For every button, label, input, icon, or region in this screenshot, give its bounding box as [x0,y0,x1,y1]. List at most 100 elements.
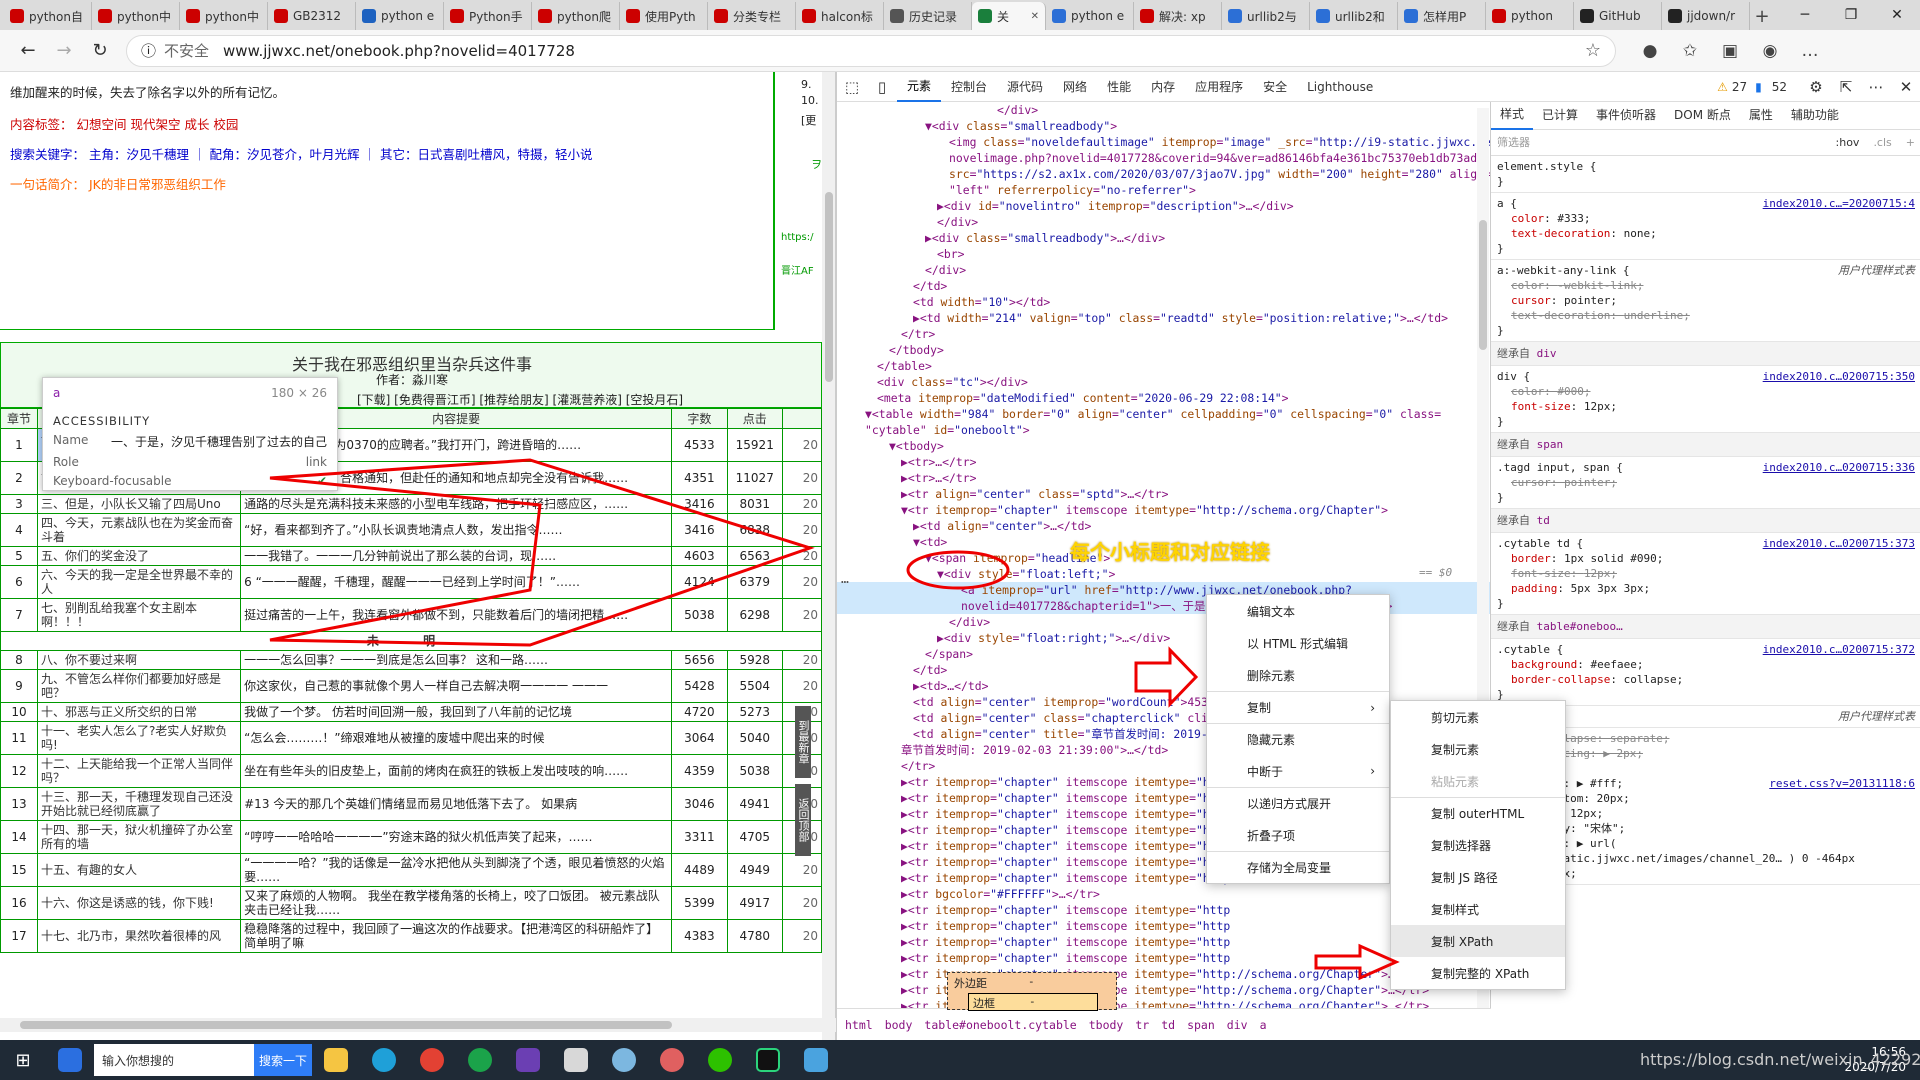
gear-icon[interactable]: ⚙ [1801,78,1831,96]
browser-tab[interactable]: urllib2与 [1222,2,1310,30]
page-vertical-scrollbar[interactable] [822,72,835,1040]
goto-latest-tab[interactable]: 到最新章 [795,706,811,778]
browser-tab[interactable]: halcon标 [796,2,884,30]
browser-tab[interactable]: 解决: xp [1134,2,1222,30]
author-name[interactable]: 淼川寒 [412,373,448,387]
browser-tab[interactable]: python e [1046,2,1134,30]
browser-tab[interactable]: Python手 [444,2,532,30]
chapter-title-link[interactable]: 八、你不要过来啊 [36,650,242,670]
tracking-icon[interactable]: ● [1630,41,1670,61]
dom-node-line[interactable]: ▼<tr itemprop="chapter" itemscope itemty… [837,502,1490,518]
devtools-tab[interactable]: Lighthouse [1297,72,1383,102]
css-property[interactable]: text-decoration: none; [1497,226,1915,241]
browser-tab[interactable]: python爬 [532,2,620,30]
css-property[interactable]: color: #000; [1497,384,1915,399]
devtools-tab[interactable]: 网络 [1053,72,1097,102]
context-menu-item[interactable]: 复制 › [1207,691,1389,723]
edge-icon[interactable] [360,1040,408,1080]
browser-tab[interactable]: 关 ✕ [972,2,1046,30]
dom-node-line[interactable]: </tbody> [837,342,1490,358]
breadcrumb-item[interactable]: tbody [1089,1018,1124,1032]
css-property[interactable]: font-size: 12px; [1497,399,1915,414]
devtools-tab[interactable]: 应用程序 [1185,72,1253,102]
chapter-title-link[interactable]: 十七、北乃市，果然吹着很棒的风 [36,919,242,953]
copy-submenu-item[interactable]: 复制 XPath [1391,925,1565,957]
css-source-link[interactable]: reset.css?v=20131118:6 [1769,776,1915,791]
chapter-title-link[interactable]: 九、不管怎么样你们都要加好感是吧？ [36,669,242,703]
context-menu-item[interactable]: 以 HTML 形式编辑 [1207,627,1389,659]
reload-icon[interactable]: ↻ [82,35,118,67]
visual-studio-icon[interactable] [504,1040,552,1080]
taskbar-search-button[interactable]: 搜索一下 [254,1044,312,1076]
dom-node-line[interactable]: </tr> [837,326,1490,342]
more-icon[interactable]: … [1790,41,1830,61]
side-link[interactable]: https:/ [781,232,813,243]
collections-icon[interactable]: ▣ [1710,41,1750,61]
side-link-jj[interactable]: 晋江AF [781,262,814,277]
devtools-tab[interactable]: 内存 [1141,72,1185,102]
breadcrumb-item[interactable]: table#oneboolt.cytable [924,1018,1076,1032]
url-input[interactable]: ⓘ 不安全 www.jjwxc.net/onebook.php?novelid=… [126,34,1616,67]
browser-tab[interactable]: urllib2和 [1310,2,1398,30]
dom-node-line[interactable]: </td> [837,278,1490,294]
elements-scroll-thumb[interactable] [1479,220,1487,350]
dom-node-line[interactable]: <br> [837,246,1490,262]
breadcrumb-item[interactable]: span [1187,1018,1215,1032]
css-property[interactable]: font-size: 12px; [1497,566,1915,581]
close-icon[interactable]: ✕ [1891,78,1920,96]
css-rule[interactable]: element.style {} [1491,156,1920,193]
browser-tab[interactable]: python中 [180,2,268,30]
page-vscroll-thumb[interactable] [825,192,833,382]
copy-submenu-item[interactable]: 复制样式 [1391,893,1565,925]
css-rule[interactable]: index2010.c…=20200715:4 a {color: #333; te… [1491,193,1920,260]
dom-node-line[interactable]: ▼<div style="float:left;"> [837,566,1490,582]
dom-node-line[interactable]: </div> [837,262,1490,278]
context-menu-item[interactable]: 折叠子项 [1207,819,1389,851]
explorer-icon[interactable] [312,1040,360,1080]
dom-node-line[interactable]: "left" referrerpolicy="no-referrer"> [837,182,1490,198]
dom-node-line[interactable]: ▶<div style="float:right;">…</div> [837,630,1490,646]
inherited-tag[interactable]: span [1537,438,1564,451]
dom-node-line[interactable]: ▼<div class="smallreadbody"> [837,118,1490,134]
search-main-char[interactable]: 主角：汐见千穗理 [89,147,189,162]
chapter-title-link[interactable]: 七、别削乱给我塞个女主剧本啊！！！ [36,598,242,632]
dom-node-line[interactable]: <img class="noveldefaultimage" itemprop=… [837,134,1490,150]
close-icon[interactable]: ✕ [1874,0,1920,30]
tags-values[interactable]: 幻想空间 现代架空 成长 校园 [77,117,239,132]
css-property[interactable]: text-decoration: underline; [1497,308,1915,323]
windows-start-icon[interactable]: ⊞ [0,1040,46,1080]
tab-close-icon[interactable]: ✕ [1031,11,1039,22]
context-menu-item[interactable]: 以递归方式展开 [1207,787,1389,819]
dom-node-line[interactable]: ▶<tr>…</tr> [837,470,1490,486]
hov-toggle[interactable]: :hov [1836,135,1860,150]
devtools-tab[interactable]: 控制台 [941,72,997,102]
dom-node-line[interactable]: </td> [837,662,1490,678]
app-green-icon[interactable] [456,1040,504,1080]
back-to-top-tab[interactable]: 返回顶部 [795,784,811,856]
inspect-icon[interactable]: ⬚ [837,78,867,96]
dom-node-line[interactable]: </span> [837,646,1490,662]
context-menu-item[interactable]: 编辑文本 [1207,595,1389,627]
styles-subtab[interactable]: 事件侦听器 [1587,102,1665,130]
dom-node-line[interactable]: ▶<div class="smallreadbody">…</div> [837,230,1490,246]
chapter-title-link[interactable]: 十一、老实人怎么了?老实人好欺负吗! [36,721,242,755]
minimize-icon[interactable]: ─ [1782,0,1828,30]
browser-tab[interactable]: 使用Pyth [620,2,708,30]
styles-subtab[interactable]: DOM 断点 [1665,102,1740,130]
dock-icon[interactable]: ⇱ [1831,78,1861,96]
page-hscroll-thumb[interactable] [20,1021,672,1029]
add-rule-icon[interactable]: + [1906,135,1915,150]
css-property[interactable]: cursor: pointer; [1497,293,1915,308]
css-rule[interactable]: index2010.c…0200715:350 div {color: #000;… [1491,366,1920,433]
pycharm-icon[interactable] [744,1040,792,1080]
chapter-title-link[interactable]: 五、你们的奖金没了 [36,546,242,566]
dom-node-line[interactable]: <td width="10"></td> [837,294,1490,310]
context-menu-item[interactable]: 删除元素 [1207,659,1389,691]
dom-node-line[interactable]: ▶<td align="center">…</td> [837,518,1490,534]
css-property[interactable]: padding: 5px 3px 3px; [1497,581,1915,596]
devtools-tab[interactable]: 性能 [1097,72,1141,102]
cls-toggle[interactable]: .cls [1873,135,1891,150]
copy-submenu-item[interactable]: 剪切元素 [1391,701,1565,733]
app-blue-icon[interactable] [792,1040,840,1080]
dom-node-line[interactable]: "cytable" id="oneboolt"> [837,422,1490,438]
